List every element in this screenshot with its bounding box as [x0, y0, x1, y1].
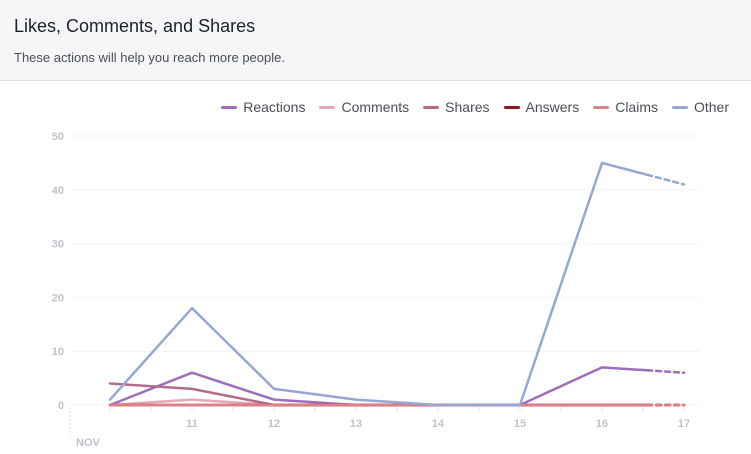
x-tick-label: 11 — [186, 418, 198, 430]
x-tick-label: 13 — [350, 418, 362, 430]
y-tick-label: 50 — [52, 131, 64, 143]
series-projection-reactions — [645, 369, 686, 374]
y-tick-label: 10 — [52, 346, 64, 358]
y-tick-label: 40 — [52, 185, 64, 197]
x-tick-label: 15 — [514, 418, 526, 430]
x-tick-label: 16 — [596, 418, 608, 430]
series-line-other — [108, 161, 649, 407]
x-tick-label: 14 — [432, 418, 445, 430]
series-projection-other — [645, 173, 686, 186]
x-month-label: NOV — [76, 437, 101, 449]
y-tick-label: 0 — [58, 400, 64, 412]
y-tick-label: 20 — [52, 292, 64, 304]
y-tick-label: 30 — [52, 239, 64, 251]
x-tick-label: 17 — [678, 418, 690, 430]
line-chart: 0 10 20 30 40 50 11 12 13 14 15 16 17 NOV — [52, 131, 700, 449]
x-tick-label: 12 — [268, 418, 280, 430]
